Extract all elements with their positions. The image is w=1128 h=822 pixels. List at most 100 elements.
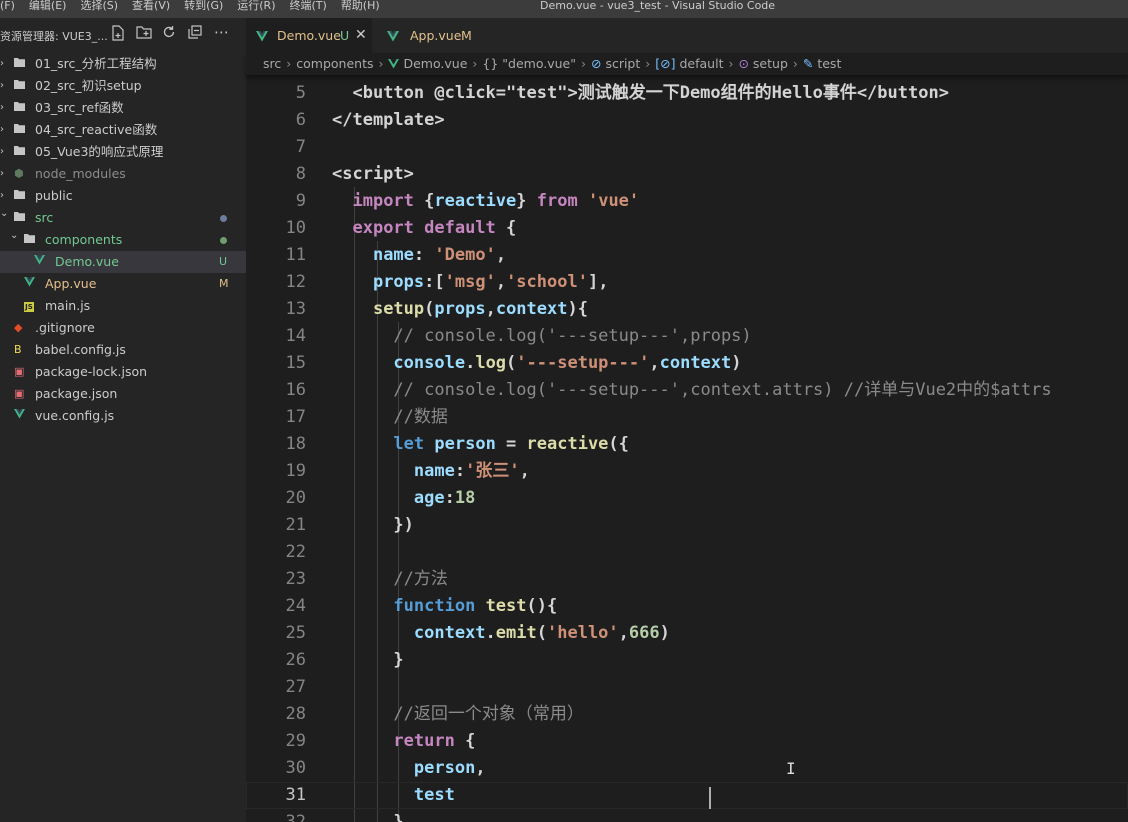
tab-demo-vue[interactable]: Demo.vue U ✕ — [246, 18, 372, 53]
menu-bar: (F) 编辑(E) 选择(S) 查看(V) 转到(G) 运行(R) 终端(T) … — [0, 0, 380, 18]
code-text: function test(){ — [393, 596, 558, 616]
breadcrumb-item[interactable]: ⊘ script — [588, 53, 643, 75]
breadcrumb-label: test — [817, 56, 842, 71]
tree-item-label: 05_Vue3的响应式原理 — [35, 144, 164, 159]
folder-icon — [14, 119, 25, 141]
menu-run[interactable]: 运行(R) — [237, 0, 275, 18]
tree-item-05-vue3[interactable]: › 05_Vue3的响应式原理 — [0, 141, 246, 163]
code-line: 11 name: 'Demo', — [246, 242, 1128, 269]
line-number: 15 — [285, 353, 306, 373]
line-number: 22 — [285, 542, 306, 562]
tree-item-label: vue.config.js — [35, 408, 115, 423]
chevron-right-icon[interactable]: › — [0, 141, 4, 163]
collapse-all-icon[interactable] — [188, 25, 202, 44]
git-change-dot — [220, 215, 227, 222]
chevron-right-icon[interactable]: › — [0, 75, 4, 97]
chevron-down-icon[interactable]: ⌄ — [0, 203, 8, 225]
chevron-right-icon[interactable]: › — [0, 119, 4, 141]
more-actions-icon[interactable]: ⋯ — [214, 23, 229, 41]
chevron-right-icon: › — [580, 56, 586, 71]
code-text: context.emit('hello',666) — [413, 623, 670, 643]
module-icon: [⊘] — [655, 56, 680, 71]
tree-item-label: 03_src_ref函数 — [35, 100, 124, 115]
text-cursor — [709, 787, 711, 809]
tree-item-label: src — [35, 210, 54, 225]
chevron-right-icon[interactable]: › — [0, 163, 4, 185]
line-number: 25 — [285, 623, 306, 643]
breadcrumb-item[interactable]: [⊘] default — [652, 53, 726, 75]
breadcrumb-item[interactable]: ✎ test — [800, 53, 844, 75]
tree-item-main-js[interactable]: JS main.js — [0, 295, 246, 317]
code-text: <button @click="test">测试触发一下Demo组件的Hello… — [352, 83, 949, 103]
chevron-down-icon[interactable]: ⌄ — [10, 225, 18, 247]
tree-item-02-src-setup[interactable]: › 02_src_初识setup — [0, 75, 246, 97]
folder-icon — [14, 185, 25, 207]
code-editor[interactable]: 5 <button @click="test">测试触发一下Demo组件的Hel… — [246, 75, 1128, 822]
folder-icon — [14, 53, 25, 75]
tree-item-label: Demo.vue — [55, 254, 119, 269]
breadcrumb-label: setup — [752, 56, 788, 71]
tree-item-label: components — [45, 232, 123, 247]
tree-item-app-vue[interactable]: App.vue M — [0, 273, 246, 295]
tree-item-src[interactable]: ⌄ src — [0, 207, 246, 229]
line-number: 21 — [285, 515, 306, 535]
tree-item-babel-config-js[interactable]: Bbabel.config.js — [0, 339, 246, 361]
tree-item-gitignore[interactable]: ◆ .gitignore — [0, 317, 246, 339]
vue-file-icon — [14, 405, 25, 427]
tree-item-public[interactable]: › public — [0, 185, 246, 207]
code-line: 18 let person = reactive({ — [246, 431, 1128, 458]
menu-edit[interactable]: 编辑(E) — [29, 0, 67, 18]
explorer-title: 资源管理器: VUE3_... — [0, 30, 108, 43]
breadcrumb-item[interactable]: components — [293, 53, 376, 75]
git-status-badge: U — [219, 255, 228, 268]
tree-item-package-json[interactable]: ▣ package.json — [0, 383, 246, 405]
tree-item-03-src-ref[interactable]: › 03_src_ref函数 — [0, 97, 246, 119]
breadcrumb-item[interactable]: ⊙ setup — [735, 53, 790, 75]
tree-item-package-lock-json[interactable]: ▣ package-lock.json — [0, 361, 246, 383]
code-text: import {reactive} from 'vue' — [352, 191, 640, 211]
chevron-right-icon[interactable]: › — [0, 53, 4, 75]
tree-item-vue-config-js[interactable]: vue.config.js — [0, 405, 246, 427]
line-number: 29 — [285, 731, 306, 751]
title-bar: (F) 编辑(E) 选择(S) 查看(V) 转到(G) 运行(R) 终端(T) … — [0, 0, 1128, 18]
refresh-icon[interactable] — [162, 25, 176, 44]
code-line: 13 setup(props,context){ — [246, 296, 1128, 323]
line-number: 23 — [285, 569, 306, 589]
line-number: 24 — [285, 596, 306, 616]
breadcrumb-item[interactable]: {} "demo.vue" — [479, 53, 579, 75]
breadcrumb-item[interactable]: src — [260, 53, 284, 75]
line-number: 13 — [285, 299, 306, 319]
code-text: </template> — [332, 110, 445, 130]
code-line: 26 } — [246, 647, 1128, 674]
chevron-right-icon: › — [286, 56, 292, 71]
menu-go[interactable]: 转到(G) — [184, 0, 223, 18]
code-line: 27 — [246, 674, 1128, 701]
tree-item-components[interactable]: ⌄ components — [0, 229, 246, 251]
menu-selection[interactable]: 选择(S) — [80, 0, 118, 18]
chevron-right-icon[interactable]: › — [0, 97, 4, 119]
code-text: name: 'Demo', — [372, 245, 507, 265]
tab-app-vue[interactable]: App.vue M — [373, 18, 483, 53]
tree-item-01-src[interactable]: › 01_src_分析工程结构 — [0, 53, 246, 75]
tree-item-label: package-lock.json — [35, 364, 148, 379]
code-text: //方法 — [393, 569, 448, 589]
code-text: age:18 — [413, 488, 476, 508]
tree-item-label: public — [35, 188, 73, 203]
tab-label: App.vue — [410, 28, 462, 43]
new-folder-icon[interactable] — [136, 25, 152, 44]
tree-item-node-modules[interactable]: › ⬢ node_modules — [0, 163, 246, 185]
tree-item-demo-vue[interactable]: Demo.vue U — [0, 251, 246, 273]
line-number: 6 — [295, 110, 306, 130]
new-file-icon[interactable] — [111, 25, 125, 46]
code-line: 9 import {reactive} from 'vue' — [246, 188, 1128, 215]
code-line: 6 </template> — [246, 107, 1128, 134]
chevron-right-icon: › — [378, 56, 384, 71]
git-icon: ◆ — [14, 321, 23, 334]
menu-terminal[interactable]: 终端(T) — [290, 0, 327, 18]
menu-view[interactable]: 查看(V) — [132, 0, 170, 18]
tree-item-04-src-reactive[interactable]: › 04_src_reactive函数 — [0, 119, 246, 141]
close-icon[interactable]: ✕ — [355, 18, 367, 53]
menu-help[interactable]: 帮助(H) — [341, 0, 380, 18]
breadcrumb-item[interactable]: Demo.vue — [385, 53, 470, 75]
menu-file[interactable]: (F) — [0, 0, 15, 18]
